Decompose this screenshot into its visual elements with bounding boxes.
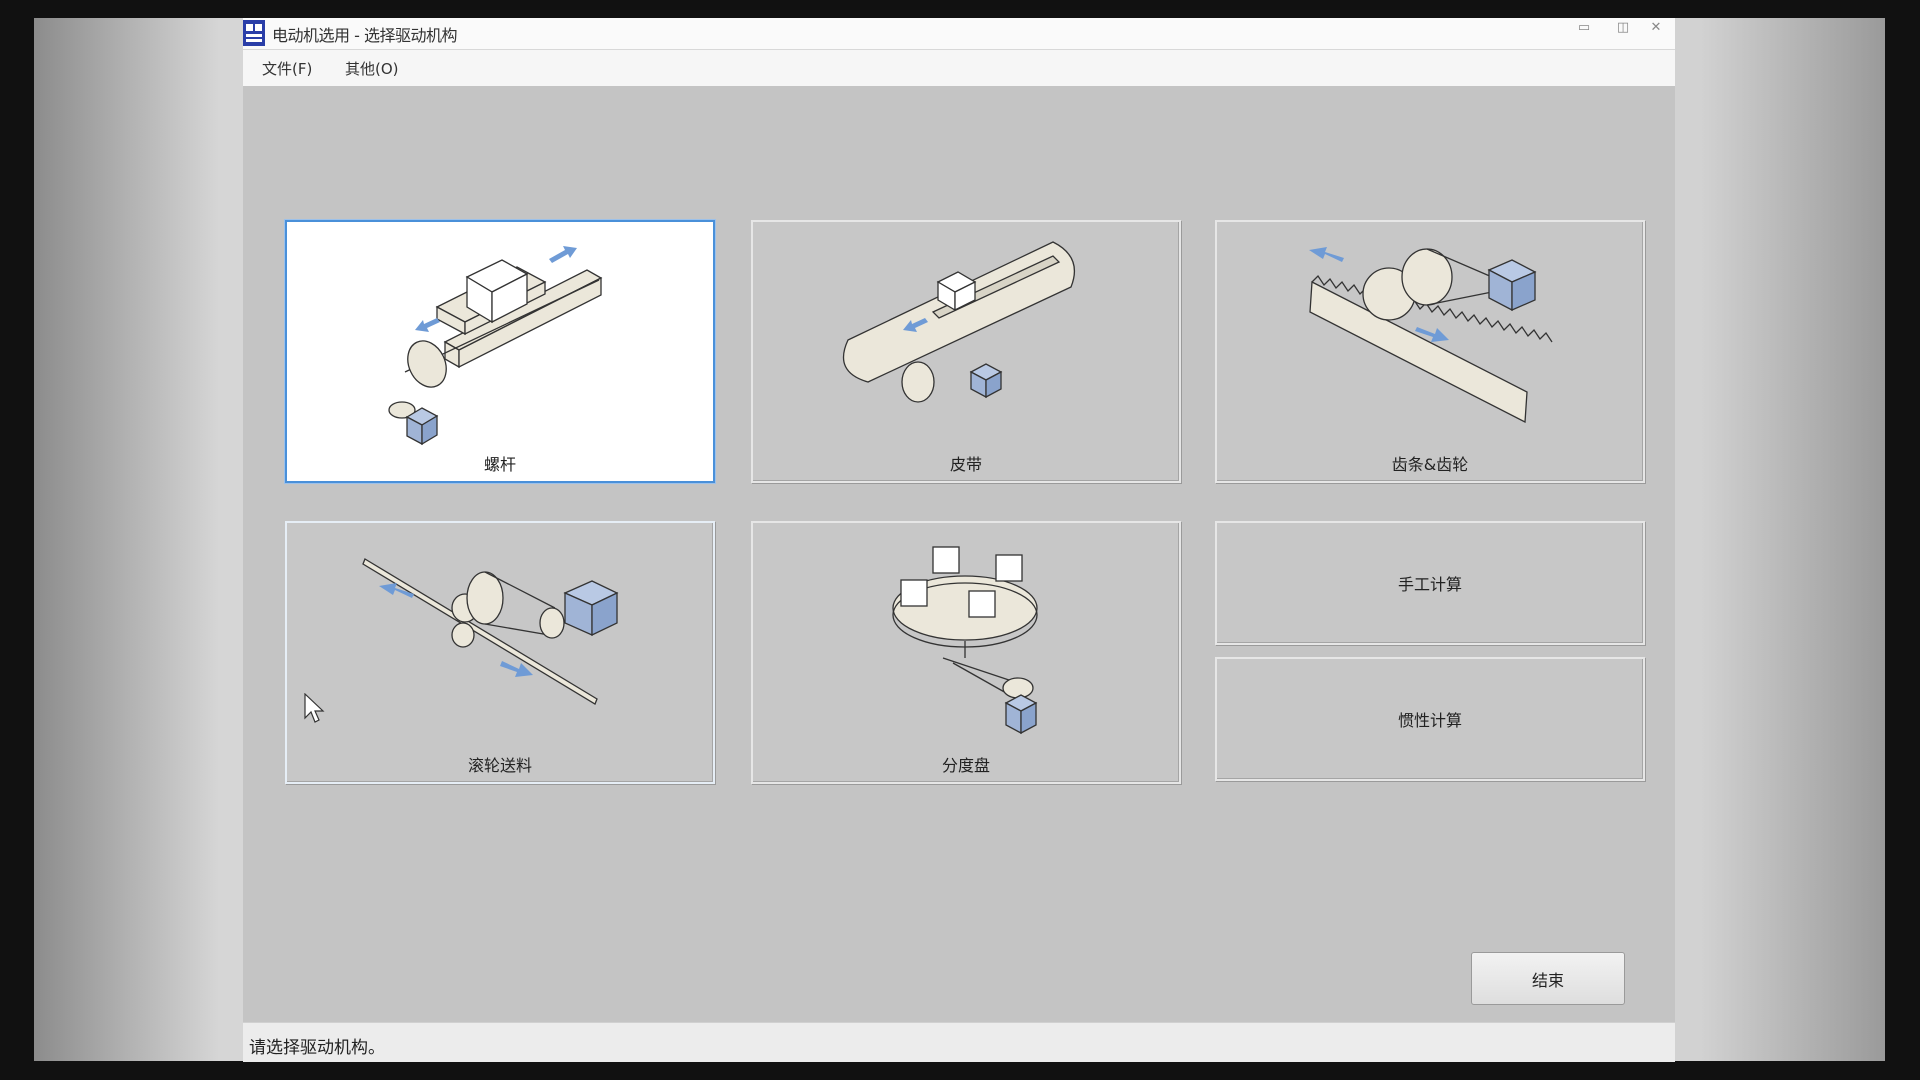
end-button[interactable]: 结束 [1471, 952, 1625, 1005]
close-button[interactable]: ✕ [1637, 16, 1675, 38]
minimize-button[interactable]: ▭ [1565, 16, 1603, 38]
menu-file[interactable]: 文件(F) [262, 58, 312, 79]
status-bar: 请选择驱动机构。 [243, 1022, 1675, 1062]
menu-bar: 文件(F) 其他(O) [243, 50, 1675, 86]
ball-screw-icon [388, 246, 603, 446]
mechanism-ball-screw[interactable]: 螺杆 [285, 220, 715, 483]
belt-conveyor-icon [842, 241, 1076, 403]
mechanism-label: 滚轮送料 [467, 756, 532, 775]
status-text: 请选择驱动机构。 [249, 1038, 385, 1058]
mechanism-label: 分度盘 [941, 756, 990, 775]
rack-pinion-icon [1309, 247, 1553, 424]
mechanism-label: 齿条&齿轮 [1391, 455, 1469, 474]
title-bar: 电动机选用 - 选择驱动机构 ▭ ◫ ✕ [243, 18, 1675, 50]
manual-calc-button[interactable]: 手工计算 [1215, 521, 1645, 645]
mechanism-label: 螺杆 [483, 455, 516, 474]
window-title: 电动机选用 - 选择驱动机构 [272, 26, 457, 45]
app-icon [243, 20, 265, 46]
mechanism-belt[interactable]: 皮带 [751, 220, 1181, 483]
mouse-cursor-icon [304, 693, 325, 723]
index-table-icon [892, 546, 1038, 735]
mechanism-label: 皮带 [949, 455, 982, 474]
menu-other[interactable]: 其他(O) [345, 58, 399, 79]
inertia-calc-button[interactable]: 惯性计算 [1215, 657, 1645, 781]
mechanism-roller-feed[interactable]: 滚轮送料 [285, 521, 715, 784]
mechanism-rack-pinion[interactable]: 齿条&齿轮 [1215, 220, 1645, 483]
mechanism-index-table[interactable]: 分度盘 [751, 521, 1181, 784]
app-window: 电动机选用 - 选择驱动机构 ▭ ◫ ✕ 文件(F) 其他(O) 螺杆 皮带 齿… [243, 18, 1675, 1062]
roller-feed-icon [362, 558, 619, 705]
